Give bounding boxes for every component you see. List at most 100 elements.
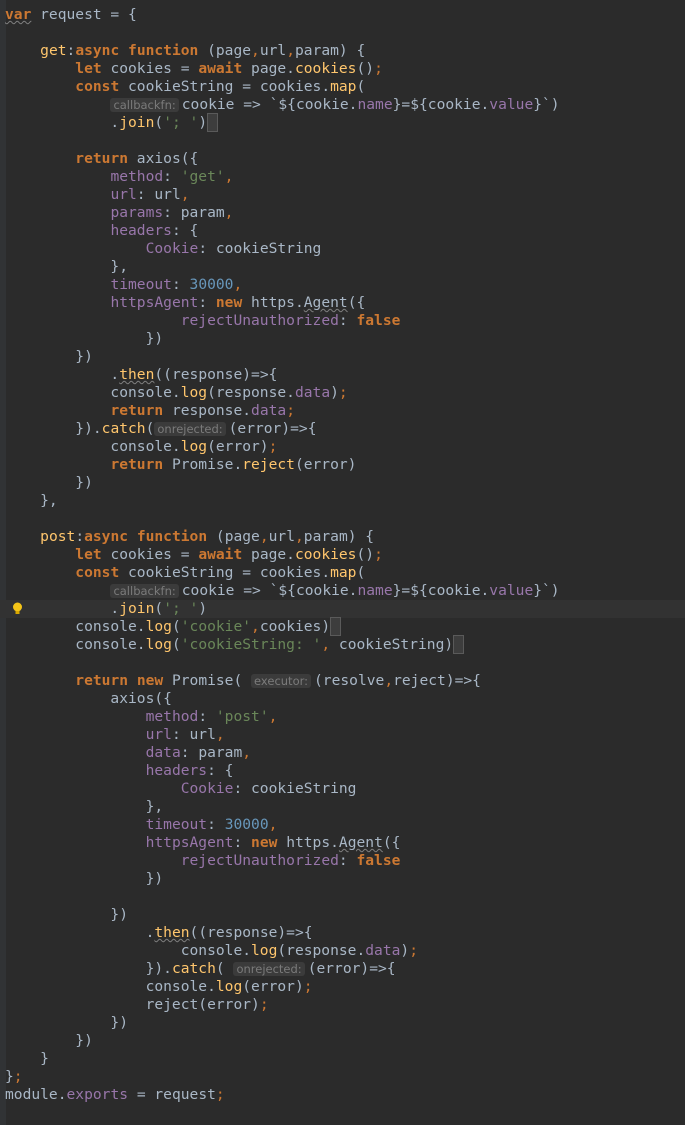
code-token: cookie => `${cookie. [181, 582, 358, 599]
code-line[interactable]: console.log('cookieString: ', cookieStri… [0, 635, 685, 654]
code-token: url [268, 528, 295, 545]
code-token: join [119, 600, 155, 617]
code-token: reject)=>{ [393, 672, 481, 689]
code-line[interactable]: url: url, [0, 186, 685, 204]
code-line[interactable]: httpsAgent: new https.Agent({ [0, 294, 685, 312]
code-area[interactable]: var request = { get:async function (page… [0, 6, 685, 1104]
code-token: param) { [295, 42, 366, 59]
code-token: reject [242, 456, 295, 473]
code-line[interactable]: method: 'get', [0, 168, 685, 186]
code-line[interactable]: return Promise.reject(error) [0, 456, 685, 474]
code-token: 'post' [215, 708, 269, 725]
code-line[interactable]: rejectUnauthorized: false [0, 852, 685, 870]
code-line[interactable] [0, 888, 685, 906]
code-line[interactable]: reject(error); [0, 996, 685, 1014]
code-line[interactable]: }; [0, 1068, 685, 1086]
text-cursor [453, 635, 464, 654]
code-line[interactable]: axios({ [0, 690, 685, 708]
code-token: : cookieString [198, 240, 322, 257]
code-line[interactable]: .then((response)=>{ [0, 924, 685, 942]
code-line[interactable]: headers: { [0, 762, 685, 780]
code-line[interactable]: }) [0, 348, 685, 366]
code-line[interactable]: console.log(response.data); [0, 942, 685, 960]
code-line[interactable]: const cookieString = cookies.map( [0, 78, 685, 96]
code-line[interactable]: get:async function (page,url,param) { [0, 42, 685, 60]
code-line[interactable]: let cookies = await page.cookies(); [0, 546, 685, 564]
code-token: data [365, 942, 401, 959]
code-line[interactable]: callbackfn: cookie => `${cookie.name}=${c… [0, 582, 685, 600]
code-token: log [251, 942, 278, 959]
code-line[interactable]: }, [0, 258, 685, 276]
code-line[interactable]: .join('; ') [0, 113, 685, 132]
code-line[interactable]: console.log(error); [0, 978, 685, 996]
code-line[interactable]: var request = { [0, 6, 685, 24]
code-line[interactable]: Cookie: cookieString [0, 240, 685, 258]
code-line[interactable]: console.log('cookie',cookies) [0, 617, 685, 636]
code-line[interactable]: }) [0, 1014, 685, 1032]
code-line[interactable]: timeout: 30000, [0, 816, 685, 834]
code-token: const [75, 78, 120, 95]
code-token: name [357, 96, 393, 113]
code-token: : [171, 276, 190, 293]
code-line[interactable]: let cookies = await page.cookies(); [0, 60, 685, 78]
code-line[interactable]: }) [0, 870, 685, 888]
code-line[interactable]: console.log(error); [0, 438, 685, 456]
code-token: return [75, 672, 129, 689]
code-line[interactable]: headers: { [0, 222, 685, 240]
code-line[interactable]: timeout: 30000, [0, 276, 685, 294]
code-line[interactable]: .join('; ') [0, 600, 685, 618]
code-line[interactable]: params: param, [0, 204, 685, 222]
text-cursor [330, 617, 341, 636]
code-token: params [110, 204, 164, 221]
code-editor[interactable]: var request = { get:async function (page… [0, 0, 685, 1125]
code-token: response. [163, 402, 252, 419]
code-line[interactable] [0, 24, 685, 42]
code-token: , [251, 42, 260, 59]
code-line[interactable]: httpsAgent: new https.Agent({ [0, 834, 685, 852]
code-line[interactable]: }).catch(onrejected: (error)=>{ [0, 420, 685, 438]
code-token: ; [303, 978, 313, 995]
code-line[interactable]: callbackfn: cookie => `${cookie.name}=${c… [0, 96, 685, 114]
code-line[interactable]: } [0, 1050, 685, 1068]
code-line[interactable] [0, 132, 685, 150]
code-line[interactable]: url: url, [0, 726, 685, 744]
code-line[interactable]: }) [0, 474, 685, 492]
code-line[interactable]: Cookie: cookieString [0, 780, 685, 798]
code-line[interactable]: }) [0, 330, 685, 348]
code-line[interactable] [0, 654, 685, 672]
code-token: log [145, 636, 172, 653]
code-line[interactable]: }, [0, 798, 685, 816]
code-line[interactable]: return new Promise( executor: (resolve,re… [0, 672, 685, 690]
code-token: console. [5, 942, 252, 959]
code-line[interactable]: }) [0, 1032, 685, 1050]
code-line[interactable]: data: param, [0, 744, 685, 762]
code-line[interactable]: .then((response)=>{ [0, 366, 685, 384]
code-line[interactable]: }) [0, 906, 685, 924]
code-line[interactable]: rejectUnauthorized: false [0, 312, 685, 330]
code-token: console. [5, 618, 146, 635]
code-line[interactable]: }).catch( onrejected: (error)=>{ [0, 960, 685, 978]
code-token: log [215, 978, 243, 995]
code-line[interactable]: return response.data; [0, 402, 685, 420]
code-token: ) [330, 384, 339, 401]
code-token: , [224, 204, 234, 221]
code-token: } [5, 1068, 14, 1085]
code-token: , [242, 744, 252, 761]
lightbulb-icon[interactable] [12, 602, 23, 616]
code-line[interactable] [0, 510, 685, 528]
code-token: map [330, 564, 357, 581]
code-token: 30000 [224, 816, 269, 833]
code-line[interactable]: const cookieString = cookies.map( [0, 564, 685, 582]
code-line[interactable]: console.log(response.data); [0, 384, 685, 402]
code-token: console. [5, 384, 181, 401]
code-token: async function [84, 528, 208, 545]
code-line[interactable]: return axios({ [0, 150, 685, 168]
code-line[interactable]: method: 'post', [0, 708, 685, 726]
code-line[interactable]: }, [0, 492, 685, 510]
code-line[interactable]: post:async function (page,url,param) { [0, 528, 685, 546]
code-line[interactable]: module.exports = request; [0, 1086, 685, 1104]
code-token: ; [215, 1086, 225, 1103]
